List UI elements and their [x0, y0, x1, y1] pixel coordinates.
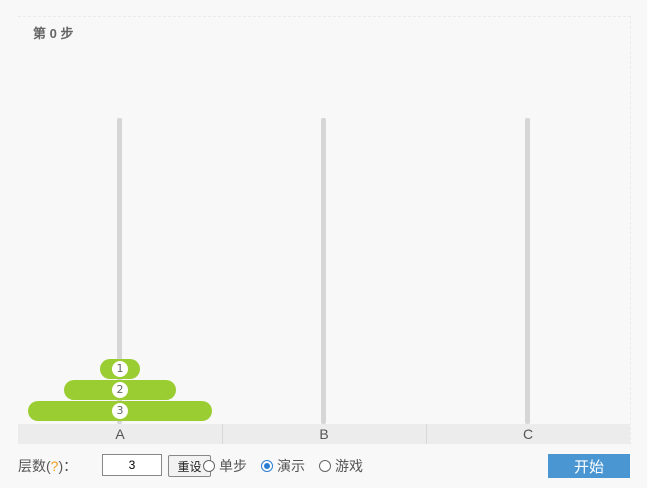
disk-number: 1	[112, 361, 128, 377]
rod-b	[321, 118, 326, 424]
disk-3[interactable]: 3	[28, 401, 212, 421]
peg-label-c: C	[522, 426, 534, 442]
peg-label-a: A	[115, 426, 125, 442]
mode-game-label[interactable]: 游戏	[335, 454, 363, 478]
disk-number: 3	[112, 403, 128, 419]
disk-number: 2	[112, 382, 128, 398]
peg-base: A B C	[18, 424, 630, 444]
mode-game-radio[interactable]	[319, 460, 331, 472]
layers-label: 层数(?)：	[18, 454, 77, 478]
step-counter: 第 0 步	[33, 26, 74, 41]
mode-demo-label[interactable]: 演示	[277, 454, 305, 478]
disk-1[interactable]: 1	[100, 359, 140, 379]
layers-label-end: )：	[58, 458, 78, 474]
mode-step-radio[interactable]	[203, 460, 215, 472]
mode-demo-radio[interactable]	[261, 460, 273, 472]
layers-input[interactable]	[102, 454, 162, 476]
peg-label-b: B	[319, 426, 329, 442]
rod-c	[525, 118, 530, 424]
disk-2[interactable]: 2	[64, 380, 176, 400]
start-button[interactable]: 开始	[548, 454, 630, 478]
layers-label-text: 层数(	[18, 458, 51, 474]
mode-step-label[interactable]: 单步	[219, 454, 247, 478]
